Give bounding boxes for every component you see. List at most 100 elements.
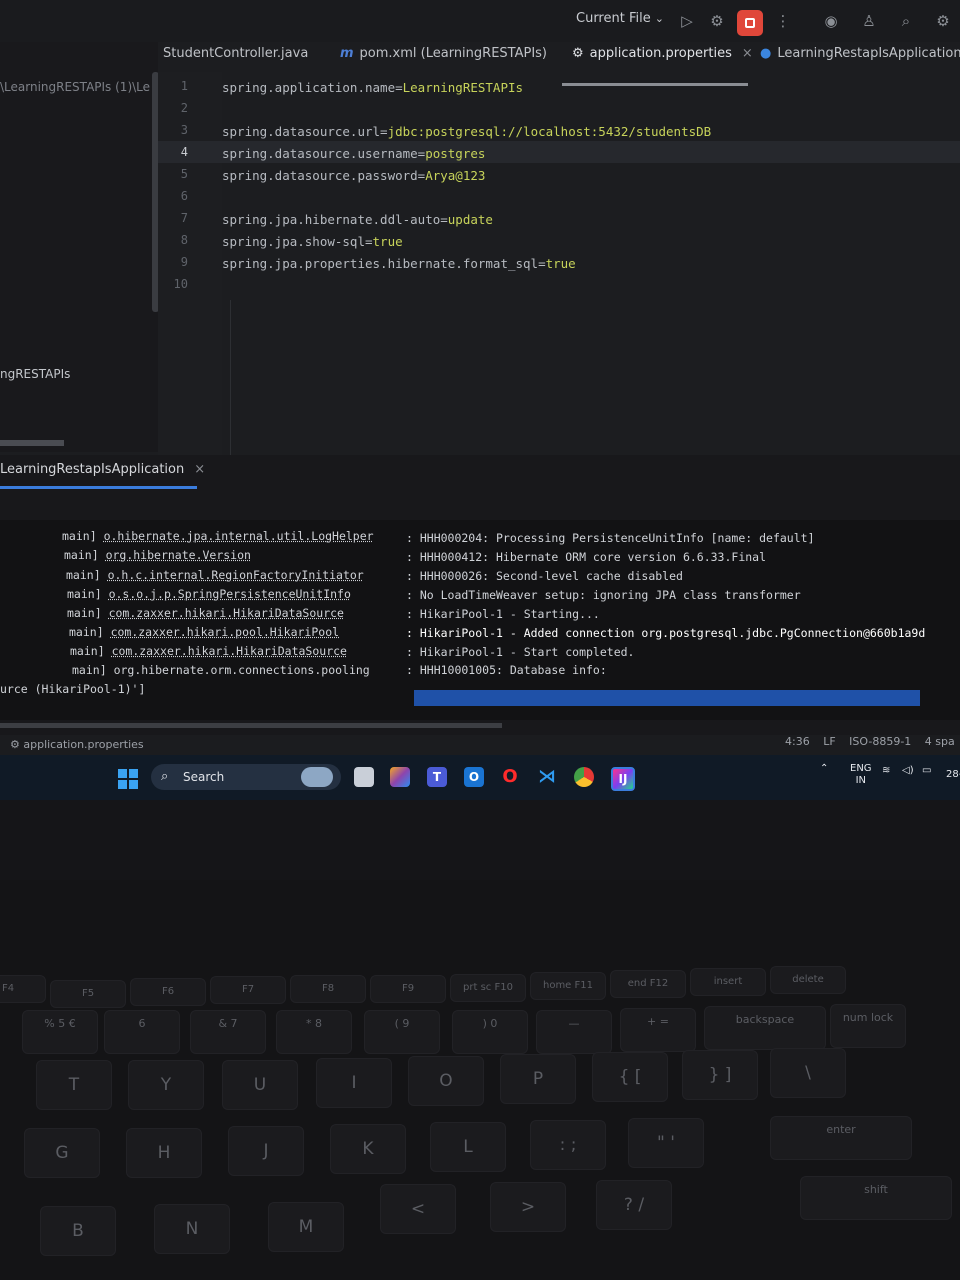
tab-pom-xml[interactable]: m pom.xml (LearningRESTAPIs) — [340, 46, 547, 61]
code-line[interactable]: spring.datasource.password=Arya@123 — [222, 168, 485, 183]
chrome-icon[interactable] — [574, 767, 594, 787]
windows-start-icon[interactable] — [118, 769, 138, 789]
search-label: Search — [183, 770, 225, 784]
battery-icon[interactable]: ▭ — [922, 765, 931, 776]
code-line[interactable]: spring.jpa.hibernate.ddl-auto=update — [222, 212, 493, 227]
status-file-name: application.properties — [23, 738, 144, 751]
key: J — [228, 1126, 304, 1176]
volume-icon[interactable]: ◁) — [902, 765, 914, 776]
caret-position[interactable]: 4:36 — [785, 735, 810, 748]
property-key: spring.datasource.url= — [222, 124, 388, 139]
opera-icon[interactable]: O — [500, 767, 520, 787]
key: } ] — [682, 1050, 758, 1100]
key: I — [316, 1058, 392, 1108]
chevron-up-icon[interactable]: ⌃ — [820, 763, 828, 774]
close-icon[interactable]: × — [742, 46, 753, 61]
settings-icon[interactable]: ⚙ — [932, 10, 954, 32]
key: " ' — [628, 1118, 704, 1168]
status-breadcrumb[interactable]: ⚙ application.properties — [10, 738, 144, 751]
code-line[interactable]: spring.jpa.properties.hibernate.format_s… — [222, 256, 576, 271]
key: P — [500, 1054, 576, 1104]
active-tab-indicator — [562, 83, 748, 86]
project-module-name[interactable]: ngRESTAPIs — [0, 367, 70, 381]
log-logger[interactable]: com.zaxxer.hikari.HikariDataSource — [112, 644, 347, 658]
search-icon: ⌕ — [161, 769, 169, 784]
code-line[interactable]: spring.application.name=LearningRESTAPIs — [222, 80, 523, 95]
code-line[interactable]: spring.datasource.url=jdbc:postgresql://… — [222, 124, 711, 139]
outlook-icon[interactable]: O — [464, 767, 484, 787]
stop-button[interactable] — [737, 10, 763, 36]
line-number: 10 — [173, 277, 188, 291]
key: < — [380, 1184, 456, 1234]
line-number: 3 — [180, 123, 188, 137]
copilot-icon[interactable] — [390, 767, 410, 787]
key: : ; — [530, 1120, 606, 1170]
taskbar-search[interactable]: ⌕ Search — [151, 764, 341, 790]
key: ) 0 — [452, 1010, 528, 1054]
console-horizontal-scrollbar[interactable] — [0, 723, 502, 728]
property-value: true — [372, 234, 403, 249]
property-key: spring.datasource.password= — [222, 168, 426, 183]
log-logger[interactable]: o.h.c.internal.RegionFactoryInitiator — [108, 568, 364, 582]
log-continuation: urce (HikariPool-1)'] — [0, 682, 146, 696]
code-line[interactable]: spring.datasource.username=postgres — [222, 146, 485, 161]
property-value: jdbc:postgresql://localhost:5432/student… — [387, 124, 712, 139]
log-thread: main] — [62, 529, 97, 543]
log-logger[interactable]: com.zaxxer.hikari.pool.HikariPool — [111, 625, 339, 639]
log-logger[interactable]: com.zaxxer.hikari.HikariDataSource — [109, 606, 344, 620]
line-number: 5 — [180, 167, 188, 181]
code-line[interactable]: spring.jpa.show-sql=true — [222, 234, 403, 249]
key: — — [536, 1010, 612, 1054]
wifi-icon[interactable]: ≋ — [882, 765, 890, 776]
log-logger[interactable]: org.hibernate.Version — [106, 548, 251, 562]
indent-setting[interactable]: 4 spa — [925, 735, 955, 748]
clock-date[interactable]: 28- — [946, 769, 960, 780]
key: K — [330, 1124, 406, 1174]
key: prt sc F10 — [450, 974, 526, 1002]
tab-label: application.properties — [589, 46, 732, 61]
key: G — [24, 1128, 100, 1178]
file-encoding[interactable]: ISO-8859-1 — [849, 735, 911, 748]
log-thread: main] — [67, 587, 102, 601]
log-message: : HikariPool-1 - Start completed. — [406, 645, 635, 659]
task-view-icon[interactable] — [354, 767, 374, 787]
run-icon[interactable]: ▷ — [676, 10, 698, 32]
log-line: main] com.zaxxer.hikari.pool.HikariPool — [69, 625, 339, 639]
key: num lock — [830, 1004, 906, 1048]
status-bar: ⚙ application.properties 4:36 LF ISO-885… — [0, 735, 960, 755]
log-thread: main] — [72, 663, 107, 677]
close-icon[interactable]: × — [194, 462, 205, 477]
run-config-selector[interactable]: Current File ⌄ — [576, 11, 664, 26]
line-separator[interactable]: LF — [823, 735, 835, 748]
intellij-icon[interactable]: IJ — [611, 767, 635, 791]
console-output[interactable]: main] o.hibernate.jpa.internal.util.LogH… — [0, 520, 960, 720]
log-line: main] o.hibernate.jpa.internal.util.LogH… — [62, 529, 374, 543]
log-logger[interactable]: o.s.o.j.p.SpringPersistenceUnitInfo — [109, 587, 351, 601]
ai-assistant-icon[interactable]: ◉ — [820, 10, 842, 32]
log-thread: main] — [64, 548, 99, 562]
log-thread: main] — [69, 625, 104, 639]
project-horizontal-scrollbar[interactable] — [0, 440, 64, 446]
tab-student-controller[interactable]: StudentController.java — [163, 46, 308, 61]
key: Y — [128, 1060, 204, 1110]
run-tab[interactable]: LearningRestapIsApplication × — [0, 462, 205, 477]
tab-application-properties[interactable]: ⚙ application.properties × — [572, 46, 753, 61]
key: T — [36, 1060, 112, 1110]
key: + = — [620, 1008, 696, 1052]
log-logger[interactable]: o.hibernate.jpa.internal.util.LogHelper — [104, 529, 374, 543]
debug-icon[interactable]: ⚙ — [706, 10, 728, 32]
tab-learning-restapis-application[interactable]: ● LearningRestapIsApplication.java — [760, 46, 960, 61]
line-number: 6 — [180, 189, 188, 203]
line-number: 7 — [180, 211, 188, 225]
editor-tab-bar: StudentController.java m pom.xml (Learnin… — [158, 42, 960, 82]
system-tray: ⌃ ENG IN ≋ ◁) ▭ 28- — [820, 763, 960, 786]
project-root-path[interactable]: \LearningRESTAPIs (1)\Le — [0, 80, 150, 94]
code-with-me-icon[interactable]: ♙ — [858, 10, 880, 32]
language-indicator[interactable]: ENG IN — [850, 763, 872, 787]
key: F5 — [50, 980, 126, 1008]
search-icon[interactable]: ⌕ — [895, 10, 917, 32]
vscode-icon[interactable]: ⋊ — [537, 767, 557, 787]
more-actions-icon[interactable]: ⋮ — [772, 10, 794, 32]
key: U — [222, 1060, 298, 1110]
teams-icon[interactable]: T — [427, 767, 447, 787]
